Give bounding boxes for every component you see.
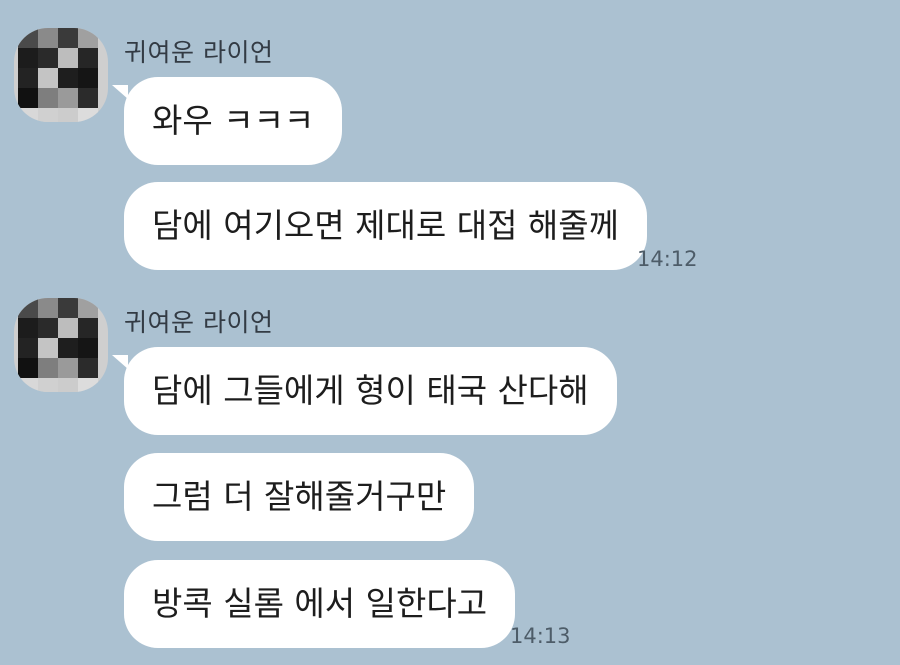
- avatar-pixel: [78, 298, 98, 318]
- avatar-pixel: [78, 88, 98, 108]
- avatar-pixel: [58, 358, 78, 378]
- avatar-pixel: [78, 68, 98, 88]
- avatar-pixel: [18, 358, 38, 378]
- message-bubble[interactable]: 와우 ㅋㅋㅋ: [112, 77, 343, 165]
- message-bubble[interactable]: 그럼 더 잘해줄거구만: [124, 453, 475, 541]
- message-text: 담에 여기오면 제대로 대접 해줄께: [152, 206, 619, 245]
- bubble-tail: [112, 85, 128, 99]
- avatar-pixel: [18, 318, 38, 338]
- avatar-pixel: [58, 338, 78, 358]
- avatar-pixel: [38, 318, 58, 338]
- avatar-pixel: [58, 88, 78, 108]
- avatar-pixel: [38, 298, 58, 318]
- avatar-pixel: [18, 338, 38, 358]
- avatar-pixel: [78, 28, 98, 48]
- avatar-pixel: [18, 28, 38, 48]
- avatar-pixel: [38, 88, 58, 108]
- avatar-pixel: [58, 48, 78, 68]
- avatar-pixel: [58, 378, 78, 392]
- avatar-pixel: [18, 298, 38, 318]
- avatar-pixel: [78, 108, 98, 122]
- message-timestamp: 14:12: [637, 247, 698, 271]
- message-text: 방콕 실롬 에서 일한다고: [152, 584, 488, 623]
- avatar-pixel: [38, 28, 58, 48]
- message-text: 담에 그들에게 형이 태국 산다해: [152, 371, 589, 410]
- avatar-pixel: [38, 68, 58, 88]
- avatar-pixel: [38, 338, 58, 358]
- avatar-pixel: [78, 378, 98, 392]
- avatar-pixel: [18, 48, 38, 68]
- avatar-pixel: [38, 378, 58, 392]
- sender-avatar[interactable]: [14, 298, 108, 392]
- avatar-pixel: [38, 108, 58, 122]
- avatar-pixel: [58, 68, 78, 88]
- avatar-pixel: [38, 48, 58, 68]
- message-timestamp: 14:13: [510, 624, 571, 648]
- sender-avatar[interactable]: [14, 28, 108, 122]
- avatar-pixel: [58, 318, 78, 338]
- message-bubble[interactable]: 담에 여기오면 제대로 대접 해줄께: [124, 182, 647, 270]
- avatar-pixel: [18, 108, 38, 122]
- avatar-pixel: [78, 358, 98, 378]
- avatar-pixel: [18, 68, 38, 88]
- avatar-pixel: [18, 88, 38, 108]
- avatar-pixel: [18, 378, 38, 392]
- avatar-pixel: [58, 108, 78, 122]
- bubble-tail: [112, 355, 128, 369]
- avatar-pixel: [78, 48, 98, 68]
- avatar-pixel: [78, 318, 98, 338]
- message-bubble[interactable]: 담에 그들에게 형이 태국 산다해: [112, 347, 617, 435]
- chat-message-area[interactable]: 귀여운 라이언 와우 ㅋㅋㅋ 담에 여기오면 제대로 대접 해줄께 14:12: [0, 0, 900, 665]
- message-text: 와우 ㅋㅋㅋ: [152, 101, 315, 140]
- message-text: 그럼 더 잘해줄거구만: [152, 477, 447, 516]
- sender-name: 귀여운 라이언: [124, 308, 274, 337]
- sender-name: 귀여운 라이언: [124, 38, 274, 67]
- avatar-pixel: [58, 28, 78, 48]
- avatar-pixel: [58, 298, 78, 318]
- avatar-pixel: [78, 338, 98, 358]
- avatar-pixel: [38, 358, 58, 378]
- message-bubble[interactable]: 방콕 실롬 에서 일한다고: [124, 560, 516, 648]
